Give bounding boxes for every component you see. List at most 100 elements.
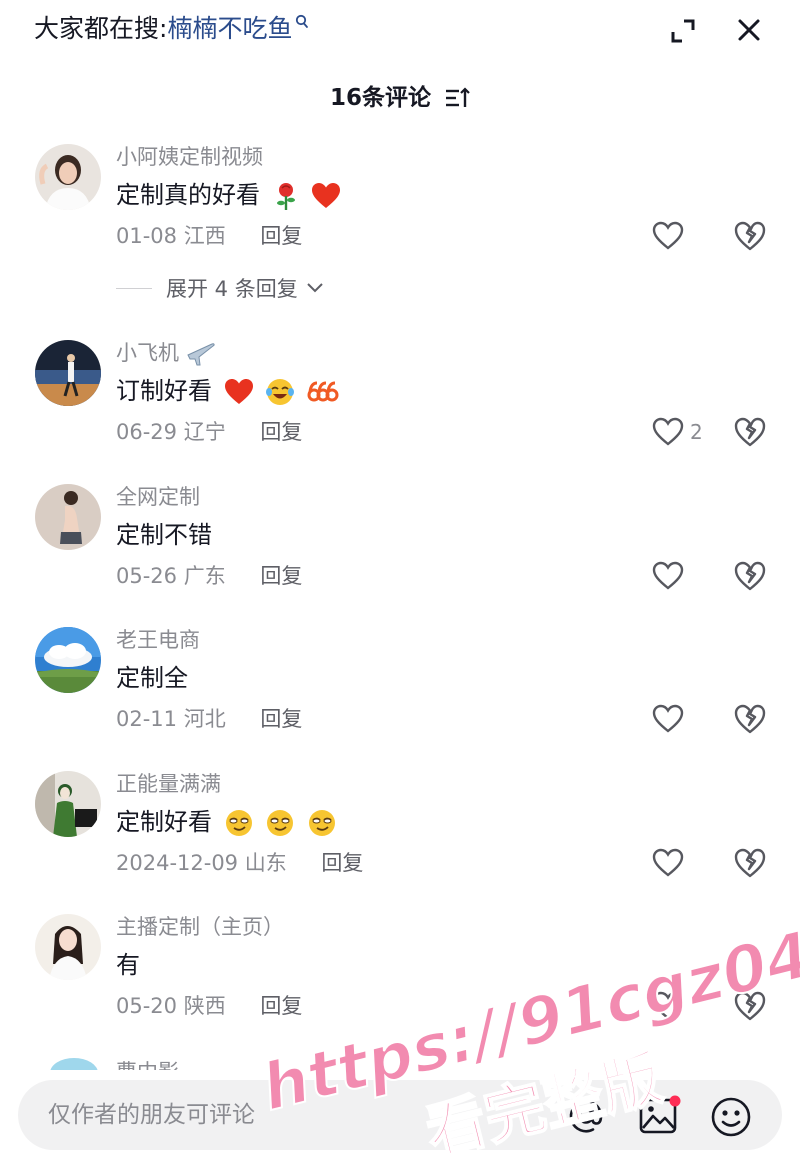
comment-date: 05-20 xyxy=(116,994,178,1018)
smirk-emoji-icon xyxy=(308,810,335,836)
avatar[interactable] xyxy=(35,771,101,837)
comment-meta: 05-20 陕西 回复 xyxy=(116,991,302,1021)
like-button[interactable] xyxy=(652,988,690,1024)
smirk-emoji-icon xyxy=(267,810,294,836)
rose-emoji-icon xyxy=(276,183,295,210)
comment-username[interactable]: 老王电商 xyxy=(116,626,200,654)
like-button[interactable] xyxy=(652,218,690,254)
avatar[interactable] xyxy=(35,484,101,550)
comment-meta: 02-11 河北 回复 xyxy=(116,704,302,734)
notification-dot xyxy=(669,1095,681,1107)
comment-text-content: 定制好看 xyxy=(116,808,212,836)
search-suggestion-prefix: 大家都在搜: xyxy=(34,14,168,43)
comment-item: 老王电商 定制全 02-11 河北 回复 xyxy=(0,627,800,737)
heart-outline-icon xyxy=(652,561,684,590)
broken-heart-icon[interactable] xyxy=(733,701,767,737)
comment-region: 山东 xyxy=(244,851,287,875)
comment-username[interactable]: 主播定制（主页） xyxy=(116,913,284,941)
comment-input-bar[interactable]: 仅作者的朋友可评论 xyxy=(18,1080,782,1150)
heart-outline-icon xyxy=(652,221,684,250)
reply-button[interactable]: 回复 xyxy=(260,564,302,588)
reply-button[interactable]: 回复 xyxy=(260,707,302,731)
comment-meta: 01-08 江西 回复 xyxy=(116,221,302,251)
image-picker-icon[interactable] xyxy=(638,1094,682,1136)
tears-of-joy-emoji-icon xyxy=(266,379,295,405)
comment-region: 辽宁 xyxy=(183,420,226,444)
comment-region: 陕西 xyxy=(183,994,226,1018)
comment-item: 小飞机 订制好看 06-29 辽宁 回复 2 xyxy=(0,340,800,450)
divider-line xyxy=(116,287,152,289)
comment-text: 定制全 xyxy=(116,661,188,695)
avatar[interactable] xyxy=(35,144,101,210)
broken-heart-icon[interactable] xyxy=(733,845,767,881)
search-suggestion-query[interactable]: 楠楠不吃鱼 xyxy=(167,14,292,43)
heart-outline-icon xyxy=(652,417,684,446)
expand-replies-label: 展开 4 条回复 xyxy=(166,277,298,301)
comment-date: 02-11 xyxy=(116,707,178,731)
comment-text-content: 有 xyxy=(116,951,140,979)
666-emoji-icon xyxy=(307,381,339,402)
like-button[interactable]: 2 xyxy=(652,414,703,450)
avatar[interactable] xyxy=(35,627,101,693)
comment-count-title: 16条评论 xyxy=(329,85,431,111)
comment-date: 06-29 xyxy=(116,420,178,444)
comment-date: 2024-12-09 xyxy=(116,851,239,875)
like-button[interactable] xyxy=(652,701,690,737)
comment-text-content: 定制真的好看 xyxy=(116,181,260,209)
mention-at-icon[interactable] xyxy=(566,1096,606,1136)
comment-text: 定制真的好看 xyxy=(116,178,341,212)
sort-icon[interactable] xyxy=(444,86,470,110)
comment-username-text: 小飞机 xyxy=(116,341,179,365)
broken-heart-icon[interactable] xyxy=(733,218,767,254)
heart-outline-icon xyxy=(652,991,684,1020)
like-count: 2 xyxy=(690,420,703,444)
broken-heart-icon[interactable] xyxy=(733,988,767,1024)
comment-region: 河北 xyxy=(183,707,226,731)
comment-username[interactable]: 曹中影 xyxy=(116,1056,179,1070)
comment-username[interactable]: 正能量满满 xyxy=(116,770,221,798)
fullscreen-icon[interactable] xyxy=(666,14,700,48)
airplane-emoji-icon xyxy=(187,343,215,366)
broken-heart-icon[interactable] xyxy=(733,414,767,450)
comment-region: 广东 xyxy=(183,564,226,588)
avatar[interactable] xyxy=(35,914,101,980)
comment-panel-header: 16条评论 xyxy=(0,78,800,118)
heart-outline-icon xyxy=(652,848,684,877)
comment-username[interactable]: 小飞机 xyxy=(116,339,216,367)
comment-date: 01-08 xyxy=(116,224,178,248)
comment-username[interactable]: 小阿姨定制视频 xyxy=(116,143,263,171)
comment-username[interactable]: 全网定制 xyxy=(116,483,200,511)
comment-input-placeholder[interactable]: 仅作者的朋友可评论 xyxy=(48,1098,255,1132)
emoji-picker-icon[interactable] xyxy=(710,1096,752,1138)
comment-text: 有 xyxy=(116,948,140,982)
comment-region: 江西 xyxy=(183,224,226,248)
heart-outline-icon xyxy=(652,704,684,733)
reply-button[interactable]: 回复 xyxy=(260,420,302,444)
comment-text: 定制好看 xyxy=(116,805,337,839)
comment-item: 主播定制（主页） 有 05-20 陕西 回复 xyxy=(0,914,800,1024)
reply-button[interactable]: 回复 xyxy=(260,994,302,1018)
reply-button[interactable]: 回复 xyxy=(321,851,363,875)
comment-text-content: 定制全 xyxy=(116,664,188,692)
comment-text-content: 订制好看 xyxy=(116,377,212,405)
comment-meta: 05-26 广东 回复 xyxy=(116,561,302,591)
red-heart-emoji-icon xyxy=(312,183,341,208)
comment-text: 订制好看 xyxy=(116,374,339,408)
smirk-emoji-icon xyxy=(225,810,252,836)
search-icon xyxy=(296,14,309,28)
comment-meta: 06-29 辽宁 回复 xyxy=(116,417,302,447)
broken-heart-icon[interactable] xyxy=(733,558,767,594)
red-heart-emoji-icon xyxy=(224,379,253,404)
like-button[interactable] xyxy=(652,558,690,594)
search-suggestion[interactable]: 大家都在搜:楠楠不吃鱼 xyxy=(34,12,309,46)
avatar[interactable] xyxy=(50,1058,98,1070)
partial-comment-item: 曹中影 xyxy=(0,1052,800,1070)
like-button[interactable] xyxy=(652,845,690,881)
comment-date: 05-26 xyxy=(116,564,178,588)
comment-item: 正能量满满 定制好看 2024-12-09 山东 回复 xyxy=(0,771,800,881)
close-icon[interactable] xyxy=(731,12,767,48)
avatar[interactable] xyxy=(35,340,101,406)
expand-replies-button[interactable]: 展开 4 条回复 xyxy=(116,273,324,303)
reply-button[interactable]: 回复 xyxy=(260,224,302,248)
top-bar: 大家都在搜:楠楠不吃鱼 xyxy=(0,0,800,62)
